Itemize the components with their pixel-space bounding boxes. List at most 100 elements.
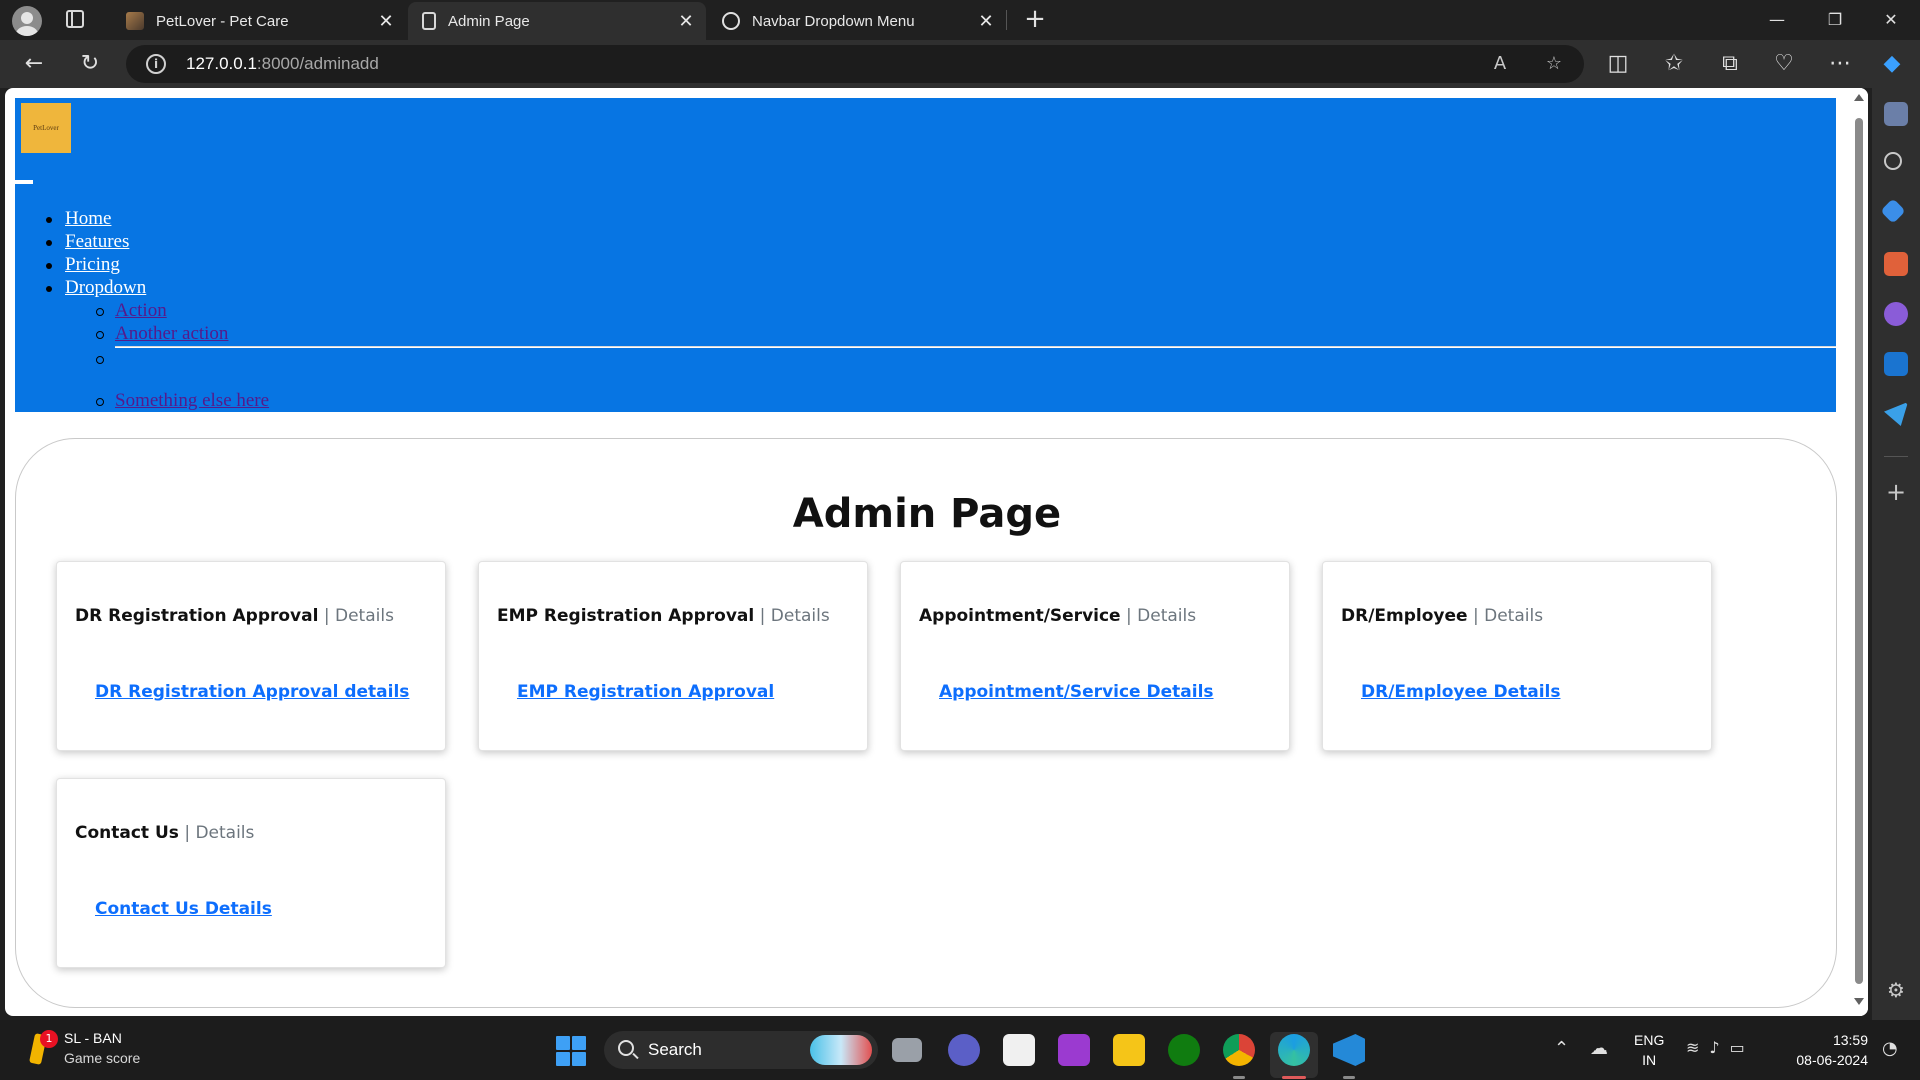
vscode-icon[interactable]: [1333, 1034, 1365, 1066]
card-title: DR/Employee: [1341, 606, 1468, 626]
scroll-up-icon[interactable]: [1854, 94, 1864, 101]
favorites-icon[interactable]: ✩: [1660, 50, 1688, 78]
language-indicator[interactable]: ENG IN: [1634, 1030, 1664, 1070]
windows-start-icon[interactable]: [556, 1036, 586, 1066]
card-dr-employee: DR/Employee | Details DR/Employee Detail…: [1322, 561, 1712, 751]
copilot-icon[interactable]: ◆: [1878, 50, 1906, 78]
page-viewport: PetLover Home Features Pricing Dropdown …: [5, 88, 1868, 1016]
page-icon: [422, 12, 436, 30]
appointment-service-link[interactable]: Appointment/Service Details: [939, 682, 1214, 702]
edge-active-indicator: [1282, 1076, 1306, 1079]
task-view-icon[interactable]: [892, 1038, 922, 1062]
card-title: EMP Registration Approval: [497, 606, 755, 626]
search-icon[interactable]: [1884, 152, 1902, 170]
card-title: Appointment/Service: [919, 606, 1121, 626]
taskbar-search[interactable]: Search: [604, 1031, 878, 1069]
page-scrollbar[interactable]: [1850, 88, 1868, 1016]
dropdown-link-something[interactable]: Something else here: [115, 390, 269, 411]
nav-link-home[interactable]: Home: [65, 208, 111, 229]
close-tab-icon[interactable]: ✕: [674, 11, 698, 32]
chrome-icon[interactable]: [1223, 1034, 1255, 1066]
chess-icon[interactable]: [1884, 102, 1908, 126]
settings-gear-icon[interactable]: ⚙: [1884, 978, 1908, 1002]
sports-widget[interactable]: 1: [28, 1030, 58, 1066]
widget-badge: 1: [40, 1030, 58, 1048]
minimize-button[interactable]: —: [1748, 0, 1806, 40]
url-text[interactable]: 127.0.0.1:8000/adminadd: [186, 54, 379, 74]
file-explorer-icon[interactable]: [1113, 1034, 1145, 1066]
shopping-tag-icon[interactable]: [1880, 198, 1906, 224]
dropdown-divider-item: [15, 346, 1836, 390]
restore-button[interactable]: ❐: [1806, 0, 1864, 40]
navbar-toggler-icon[interactable]: [15, 180, 33, 184]
petlover-logo[interactable]: PetLover: [21, 103, 71, 153]
card-title: Contact Us: [75, 823, 179, 843]
tab-admin-page[interactable]: Admin Page ✕: [408, 2, 706, 40]
tab-navbar-dropdown[interactable]: Navbar Dropdown Menu ✕: [708, 2, 1006, 40]
back-arrow-icon[interactable]: ←: [20, 50, 48, 78]
address-bar[interactable]: i 127.0.0.1:8000/adminadd A ☆: [126, 45, 1584, 83]
contact-us-link[interactable]: Contact Us Details: [95, 899, 272, 919]
system-tray-icons[interactable]: ≋♪▭: [1686, 1038, 1755, 1057]
nav-link-dropdown[interactable]: Dropdown: [65, 277, 146, 298]
dropdown-link-action[interactable]: Action: [115, 300, 167, 321]
nav-link-pricing[interactable]: Pricing: [65, 254, 120, 275]
card-contact-us: Contact Us | Details Contact Us Details: [56, 778, 446, 968]
edge-icon[interactable]: [1278, 1034, 1310, 1066]
profile-avatar-icon[interactable]: [12, 6, 42, 36]
site-info-icon[interactable]: i: [146, 54, 166, 74]
microsoft-store-icon[interactable]: [1003, 1034, 1035, 1066]
emp-registration-link[interactable]: EMP Registration Approval: [517, 682, 774, 702]
new-tab-button[interactable]: +: [1020, 4, 1050, 34]
favorite-star-icon[interactable]: ☆: [1542, 52, 1566, 76]
widget-title[interactable]: SL - BAN: [64, 1030, 122, 1046]
volume-icon[interactable]: ♪: [1709, 1038, 1729, 1057]
admin-container: Admin Page DR Registration Approval | De…: [15, 438, 1837, 1008]
xbox-icon[interactable]: [1168, 1034, 1200, 1066]
site-navbar: PetLover Home Features Pricing Dropdown …: [15, 98, 1836, 412]
browser-essentials-icon[interactable]: ♡: [1770, 50, 1798, 78]
tab-petlover[interactable]: PetLover - Pet Care ✕: [112, 2, 406, 40]
widget-subtitle[interactable]: Game score: [64, 1050, 140, 1066]
read-aloud-icon[interactable]: A: [1488, 52, 1512, 76]
close-tab-icon[interactable]: ✕: [974, 11, 998, 32]
dr-employee-link[interactable]: DR/Employee Details: [1361, 682, 1560, 702]
notification-bell-icon[interactable]: ◔: [1882, 1038, 1898, 1059]
refresh-icon[interactable]: ↻: [76, 50, 104, 78]
tools-icon[interactable]: [1884, 252, 1908, 276]
scroll-down-icon[interactable]: [1854, 998, 1864, 1005]
battery-icon[interactable]: ▭: [1730, 1038, 1755, 1057]
dropdown-link-another[interactable]: Another action: [115, 323, 228, 344]
chevron-up-icon[interactable]: ⌃: [1554, 1038, 1569, 1059]
search-highlight-icon: [810, 1035, 872, 1065]
wifi-icon[interactable]: ≋: [1686, 1038, 1709, 1057]
outlook-icon[interactable]: [1884, 352, 1908, 376]
clock[interactable]: 13:59 08-06-2024: [1788, 1030, 1868, 1070]
more-menu-icon[interactable]: ⋯: [1826, 50, 1854, 78]
browser-tab-strip: PetLover - Pet Care ✕ Admin Page ✕ Navba…: [0, 0, 1920, 40]
tab-title: PetLover - Pet Care: [156, 12, 289, 30]
browser-toolbar: ← ↻ i 127.0.0.1:8000/adminadd A ☆ ◫ ✩ ⧉ …: [0, 40, 1920, 88]
close-tab-icon[interactable]: ✕: [374, 11, 398, 32]
teams-chat-icon[interactable]: [948, 1034, 980, 1066]
nav-link-features[interactable]: Features: [65, 231, 129, 252]
card-subtitle: Details: [195, 823, 255, 843]
split-screen-icon[interactable]: ◫: [1604, 50, 1632, 78]
nav-item-pricing: Pricing: [15, 254, 146, 277]
collections-icon[interactable]: ⧉: [1716, 50, 1744, 78]
tab-actions-icon[interactable]: [66, 10, 84, 28]
card-appointment-service: Appointment/Service | Details Appointmen…: [900, 561, 1290, 751]
add-sidebar-icon[interactable]: +: [1884, 480, 1908, 504]
close-window-button[interactable]: ✕: [1862, 0, 1920, 40]
dr-registration-link[interactable]: DR Registration Approval details: [95, 682, 409, 702]
scroll-thumb[interactable]: [1855, 118, 1863, 984]
onedrive-cloud-icon[interactable]: ☁: [1590, 1038, 1614, 1059]
card-subtitle: Details: [1137, 606, 1197, 626]
sidebar-divider: [1884, 456, 1908, 457]
tab-title: Navbar Dropdown Menu: [752, 12, 915, 30]
tab-title: Admin Page: [448, 12, 530, 30]
copilot-sidebar-icon[interactable]: [1884, 302, 1908, 326]
send-icon[interactable]: [1884, 402, 1908, 426]
card-separator: |: [184, 823, 191, 843]
app-icon[interactable]: [1058, 1034, 1090, 1066]
